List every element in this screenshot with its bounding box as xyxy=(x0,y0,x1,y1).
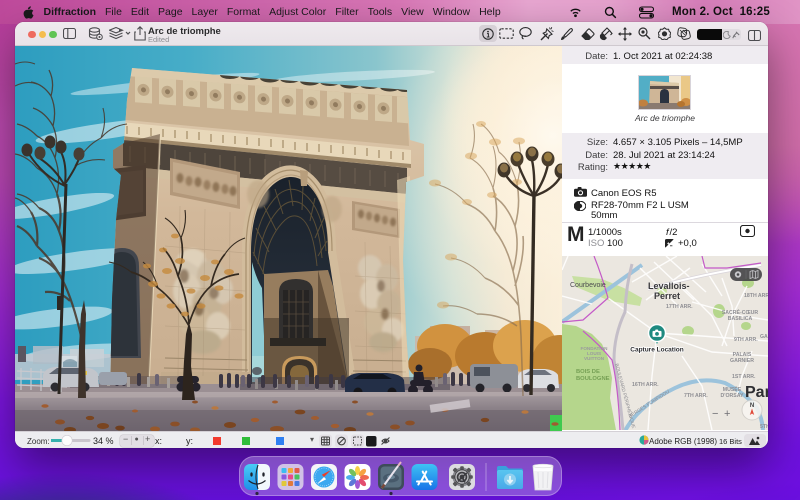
svg-text:18TH ARR.: 18TH ARR. xyxy=(744,293,768,299)
svg-text:SACRÉ-CŒUR: SACRÉ-CŒUR xyxy=(722,308,759,316)
svg-text:16TH ARR.: 16TH ARR. xyxy=(632,382,659,388)
svg-text:−: − xyxy=(712,408,718,420)
svg-text:GARNIER: GARNIER xyxy=(730,358,754,364)
svg-text:9TH ARR.: 9TH ARR. xyxy=(734,337,758,343)
svg-text:GARE: GARE xyxy=(760,334,768,340)
svg-text:7TH ARR.: 7TH ARR. xyxy=(684,393,708,399)
svg-text:Levallois-: Levallois- xyxy=(648,281,690,291)
svg-text:MUSÉE: MUSÉE xyxy=(723,385,742,393)
svg-text:BOULOGNE: BOULOGNE xyxy=(576,376,610,382)
svg-text:+: + xyxy=(724,408,730,420)
svg-text:Paris: Paris xyxy=(745,384,768,401)
svg-text:BASILICA: BASILICA xyxy=(728,316,753,322)
svg-text:D'ORSAY: D'ORSAY xyxy=(721,393,744,399)
svg-text:Courbevoie: Courbevoie xyxy=(570,282,606,289)
svg-text:1ST ARR.: 1ST ARR. xyxy=(732,374,756,380)
svg-text:17TH ARR.: 17TH ARR. xyxy=(666,304,693,310)
svg-text:N: N xyxy=(750,403,754,409)
svg-text:Capture Location: Capture Location xyxy=(630,347,683,354)
svg-text:VUITTON: VUITTON xyxy=(584,356,605,361)
svg-text:Perret: Perret xyxy=(654,291,680,301)
svg-text:5TH AR: 5TH AR xyxy=(760,424,768,430)
svg-text:BOIS DE: BOIS DE xyxy=(576,369,600,375)
